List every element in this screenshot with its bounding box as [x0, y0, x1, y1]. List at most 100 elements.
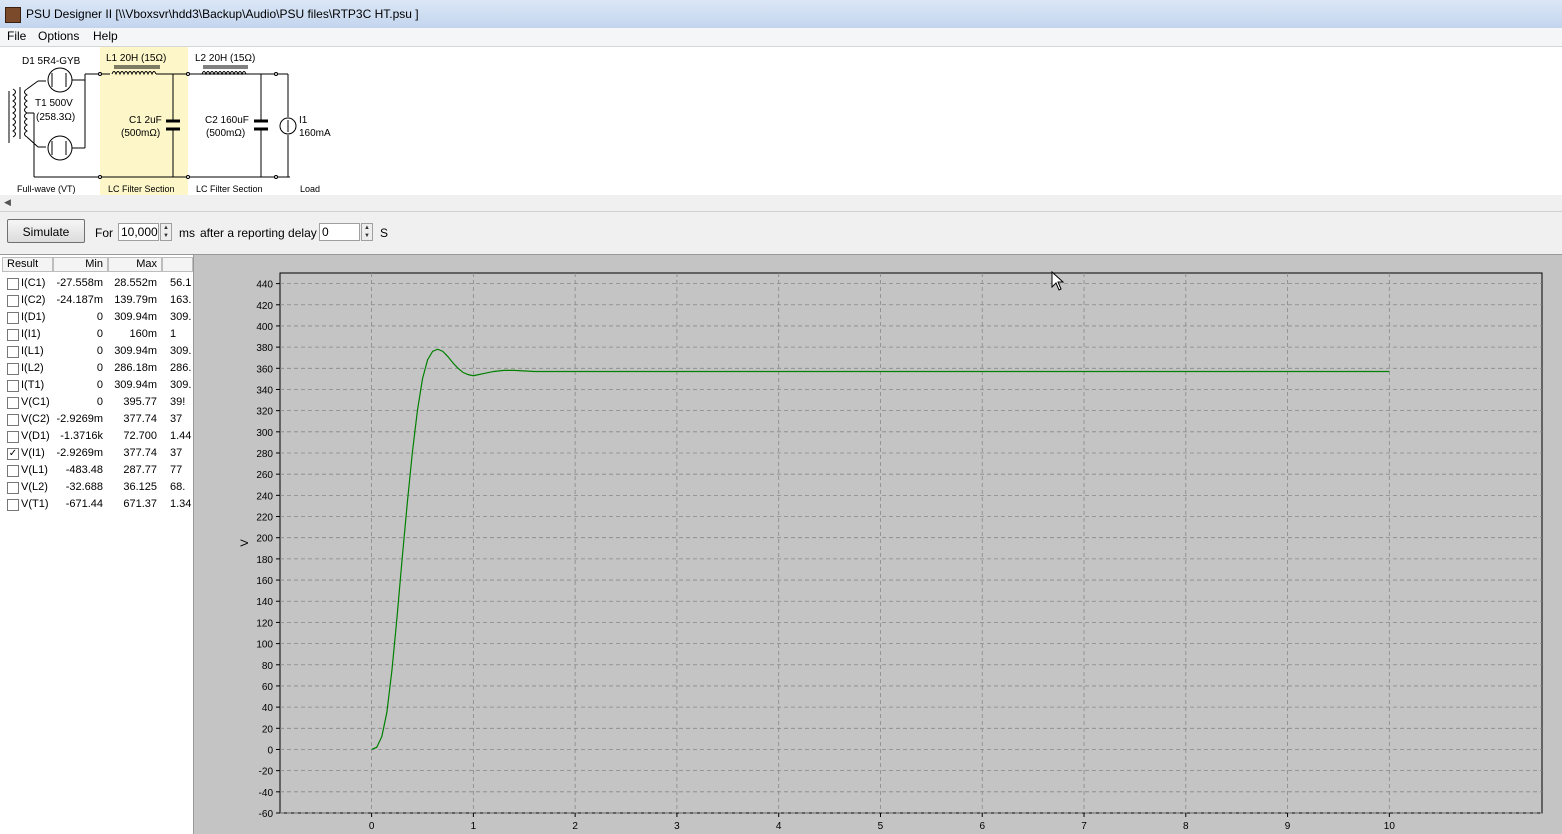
window-title: PSU Designer II [\\Vboxsvr\hdd3\Backup\A… — [26, 7, 419, 21]
result-max: 377.74 — [123, 413, 157, 425]
y-tick-label: 60 — [262, 682, 274, 693]
result-min: -2.9269m — [56, 447, 103, 459]
y-axis-label: V — [239, 539, 251, 547]
result-row[interactable]: I(L2) 0 286.18m 286. — [0, 360, 193, 377]
l2-label: L2 20H (15Ω) — [195, 53, 255, 64]
result-row[interactable]: V(D1) -1.3716k 72.700 1.44 — [0, 428, 193, 445]
result-checkbox[interactable] — [7, 295, 19, 307]
x-tick-label: 9 — [1285, 821, 1291, 832]
y-tick-label: 220 — [256, 513, 273, 524]
menu-options[interactable]: Options — [36, 29, 81, 43]
menu-file[interactable]: File — [5, 29, 28, 43]
d1-label: D1 5R4-GYB — [22, 56, 81, 67]
result-min: -1.3716k — [60, 430, 103, 442]
i1-label-1: I1 — [299, 115, 308, 126]
header-max[interactable]: Max — [108, 257, 162, 272]
x-tick-label: 1 — [471, 821, 477, 832]
result-row[interactable]: I(D1) 0 309.94m 309. — [0, 309, 193, 326]
result-extra: 1.34 — [170, 498, 192, 510]
result-checkbox[interactable] — [7, 380, 19, 392]
scroll-left-icon[interactable]: ◀ — [2, 197, 13, 208]
result-checkbox[interactable]: ✓ — [7, 448, 19, 460]
schematic-scrollbar[interactable]: ◀ — [0, 195, 1562, 212]
y-tick-label: 240 — [256, 491, 273, 502]
result-extra: 37 — [170, 413, 183, 425]
simulate-button[interactable]: Simulate — [7, 219, 85, 243]
result-extra: 309. — [170, 311, 192, 323]
result-row[interactable]: V(L1) -483.48 287.77 77 — [0, 462, 193, 479]
duration-input[interactable]: 10,000 — [118, 223, 159, 241]
section-lc2-label: LC Filter Section — [196, 184, 263, 194]
result-checkbox[interactable] — [7, 499, 19, 511]
waveform-plot[interactable]: 0 1 2 3 4 5 6 7 8 9 10 -60 -40 -20 0 20 40 60 80 100 120 140 1… — [194, 254, 1562, 834]
y-tick-label: 160 — [256, 576, 273, 587]
header-extra[interactable] — [162, 257, 193, 272]
result-max: 139.79m — [114, 294, 157, 306]
delay-input[interactable]: 0 — [319, 223, 360, 241]
header-result[interactable]: Result — [2, 257, 53, 272]
result-name: I(I1) — [21, 328, 41, 340]
spin-down-icon[interactable]: ▼ — [161, 232, 171, 240]
result-checkbox[interactable] — [7, 431, 19, 443]
result-checkbox[interactable] — [7, 329, 19, 341]
transformer-secondary[interactable] — [24, 88, 28, 138]
menu-help[interactable]: Help — [91, 29, 120, 43]
x-tick-label: 7 — [1081, 821, 1087, 832]
result-min: 0 — [96, 311, 103, 323]
app-icon[interactable] — [5, 7, 21, 23]
spin-up-icon[interactable]: ▲ — [362, 224, 372, 232]
result-min: -32.688 — [65, 481, 103, 493]
result-min: 0 — [96, 379, 103, 391]
header-min[interactable]: Min — [53, 257, 108, 272]
chart-svg: 0 1 2 3 4 5 6 7 8 9 10 -60 -40 -20 0 20 40 60 80 100 120 140 1… — [239, 272, 1543, 832]
y-tick-label: 40 — [262, 703, 274, 714]
result-checkbox[interactable] — [7, 397, 19, 409]
result-max: 28.552m — [114, 277, 157, 289]
duration-spinner[interactable]: ▲ ▼ — [160, 223, 172, 241]
circuit-diagram: D1 5R4-GYB T1 500V (258.3Ω) L1 20H (15Ω)… — [8, 47, 331, 195]
for-label: For — [95, 226, 113, 240]
x-tick-label: 0 — [369, 821, 375, 832]
delay-spinner[interactable]: ▲ ▼ — [361, 223, 373, 241]
result-checkbox[interactable] — [7, 414, 19, 426]
section-fullwave-label: Full-wave (VT) — [17, 184, 76, 194]
y-tick-label: 200 — [256, 534, 273, 545]
result-checkbox[interactable] — [7, 278, 19, 290]
section-load-label: Load — [300, 184, 320, 194]
result-min: 0 — [96, 362, 103, 374]
result-min: 0 — [96, 328, 103, 340]
l1-label: L1 20H (15Ω) — [106, 53, 166, 64]
result-row[interactable]: V(C1) 0 395.77 39! — [0, 394, 193, 411]
t1-label-2: (258.3Ω) — [36, 112, 75, 123]
result-row[interactable]: I(C2) -24.187m 139.79m 163. — [0, 292, 193, 309]
result-row[interactable]: I(I1) 0 160m 1 — [0, 326, 193, 343]
result-checkbox[interactable] — [7, 346, 19, 358]
result-row[interactable]: ✓ V(I1) -2.9269m 377.74 37 — [0, 445, 193, 462]
y-tick-label: 400 — [256, 322, 273, 333]
y-tick-label: 140 — [256, 597, 273, 608]
x-tick-label: 6 — [979, 821, 985, 832]
result-min: -2.9269m — [56, 413, 103, 425]
x-tick-label: 8 — [1183, 821, 1189, 832]
spin-up-icon[interactable]: ▲ — [161, 224, 171, 232]
result-checkbox[interactable] — [7, 465, 19, 477]
result-row[interactable]: V(T1) -671.44 671.37 1.34 — [0, 496, 193, 513]
result-row[interactable]: V(C2) -2.9269m 377.74 37 — [0, 411, 193, 428]
result-row[interactable]: V(L2) -32.688 36.125 68. — [0, 479, 193, 496]
mouse-cursor-icon — [1051, 271, 1065, 291]
x-tick-label: 3 — [674, 821, 680, 832]
result-min: 0 — [96, 396, 103, 408]
result-row[interactable]: I(L1) 0 309.94m 309. — [0, 343, 193, 360]
spin-down-icon[interactable]: ▼ — [362, 232, 372, 240]
result-row[interactable]: I(C1) -27.558m 28.552m 56.1 — [0, 275, 193, 292]
result-row[interactable]: I(T1) 0 309.94m 309. — [0, 377, 193, 394]
result-checkbox[interactable] — [7, 363, 19, 375]
result-checkbox[interactable] — [7, 482, 19, 494]
transformer-primary[interactable] — [12, 88, 16, 138]
result-extra: 37 — [170, 447, 183, 459]
y-tick-label: 300 — [256, 428, 273, 439]
results-list: Result Min Max I(C1) -27.558m 28.552m 56.1 I… — [0, 254, 194, 834]
result-checkbox[interactable] — [7, 312, 19, 324]
result-extra: 39! — [170, 396, 186, 408]
y-tick-label: 340 — [256, 385, 273, 396]
